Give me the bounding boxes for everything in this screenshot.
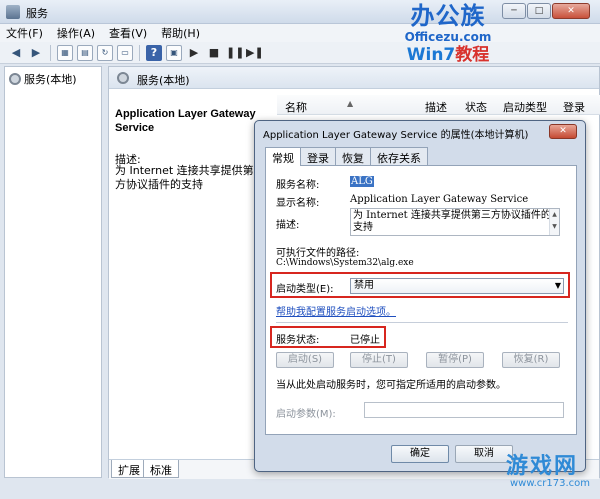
tab-dependencies[interactable]: 依存关系 [370, 147, 428, 165]
startup-type-select[interactable]: 禁用 ▼ [350, 278, 564, 294]
pause-button[interactable]: 暂停(P) [426, 352, 484, 368]
exe-path-value: C:\Windows\System32\alg.exe [276, 258, 414, 268]
watermark-site: www.cr173.com [510, 478, 591, 489]
close-button[interactable]: ✕ [552, 3, 590, 19]
menu-help[interactable]: 帮助(H) [161, 25, 200, 41]
dialog-tabs: 常规 登录 恢复 依存关系 [265, 147, 428, 166]
divider [276, 322, 568, 323]
gear-icon [117, 72, 129, 84]
panel-header: 服务(本地) [109, 67, 599, 89]
forward-icon[interactable]: ▶ [28, 45, 44, 61]
column-description[interactable]: 描述 [425, 99, 447, 115]
column-startup-type[interactable]: 启动类型 [503, 99, 547, 115]
service-desc: 为 Internet 连接共享提供第三方协议插件的支持 [115, 164, 265, 191]
display-name-value: Application Layer Gateway Service [350, 194, 529, 205]
toolbar: ◀ ▶ ▦ ▤ ↻ ▭ ? ▣ ▶ ■ ❚❚ ▶❚ [0, 42, 600, 64]
refresh-icon[interactable]: ↻ [97, 44, 113, 61]
service-name-label: 服务名称: [276, 180, 320, 191]
restart-icon[interactable]: ▶❚ [246, 45, 264, 61]
display-name-label: 显示名称: [276, 198, 320, 209]
ok-button[interactable]: 确定 [391, 445, 449, 463]
start-params-label: 启动参数(M): [276, 409, 336, 420]
start-params-input[interactable] [364, 402, 564, 418]
description-textbox[interactable]: 为 Internet 连接共享提供第三方协议插件的支持 ▲ ▼ [350, 208, 560, 236]
menu-action[interactable]: 操作(A) [57, 25, 95, 41]
tree-item-services-local[interactable]: 服务(本地) [9, 71, 77, 87]
startup-type-value: 禁用 [354, 280, 374, 291]
service-status-label: 服务状态: [276, 335, 320, 346]
description-value: 为 Internet 连接共享提供第三方协议插件的支持 [353, 210, 551, 233]
main-titlebar: 服务 ─ □ ✕ [0, 0, 600, 24]
watermark-brand: 游戏网 [506, 454, 579, 479]
dialog-title: Application Layer Gateway Service 的属性(本地… [263, 130, 529, 141]
help-configure-link[interactable]: 帮助我配置服务启动选项。 [276, 303, 396, 318]
column-name[interactable]: 名称 [285, 99, 307, 115]
play-icon[interactable]: ▶ [186, 45, 202, 61]
export-icon[interactable]: ▭ [117, 44, 133, 61]
toolbar-separator [139, 44, 140, 61]
tree-item-label: 服务(本地) [24, 73, 77, 86]
service-name-wrap: ALG [350, 176, 374, 187]
properties-dialog: Application Layer Gateway Service 的属性(本地… [254, 120, 586, 472]
start-params-hint: 当从此处启动服务时，您可指定所适用的启动参数。 [276, 380, 506, 391]
toolbar-separator [50, 44, 51, 61]
exe-path-label: 可执行文件的路径: [276, 248, 360, 259]
resume-button[interactable]: 恢复(R) [502, 352, 560, 368]
maximize-button[interactable]: □ [527, 3, 551, 19]
help-icon[interactable]: ? [146, 44, 162, 61]
tab-recovery[interactable]: 恢复 [335, 147, 371, 165]
tab-general[interactable]: 常规 [265, 147, 301, 166]
tab-extended[interactable]: 扩展 [111, 460, 147, 478]
panel-header-label: 服务(本地) [137, 74, 190, 87]
chevron-down-icon: ▼ [554, 281, 561, 290]
sort-caret-icon: ▲ [347, 99, 354, 108]
startup-type-label: 启动类型(E): [276, 284, 334, 295]
menu-file[interactable]: 文件(F) [6, 25, 43, 41]
gear-icon [9, 73, 21, 85]
dialog-close-button[interactable]: ✕ [549, 124, 577, 139]
show-pane-icon[interactable]: ▣ [166, 44, 182, 61]
column-status[interactable]: 状态 [465, 99, 487, 115]
console-tree: 服务(本地) [4, 66, 102, 478]
officezu-logo: 办公族 Officezu.com Win7教程 [398, 2, 498, 74]
console-tree-icon[interactable]: ▦ [57, 44, 73, 61]
back-icon[interactable]: ◀ [8, 45, 24, 61]
properties-icon[interactable]: ▤ [77, 44, 93, 61]
description-label: 描述: [276, 220, 300, 231]
logo-brand: 办公族 [410, 2, 486, 30]
menu-view[interactable]: 查看(V) [109, 25, 147, 41]
service-title: Application Layer Gateway Service [115, 108, 256, 134]
services-app-icon [6, 5, 20, 19]
minimize-button[interactable]: ─ [502, 3, 526, 19]
stop-button[interactable]: 停止(T) [350, 352, 408, 368]
logo-tag-suffix: 教程 [455, 45, 490, 65]
logo-tagline: Win7教程 [398, 44, 498, 66]
start-button[interactable]: 启动(S) [276, 352, 334, 368]
column-header: 名称 ▲ 描述 状态 启动类型 登录 [277, 95, 600, 115]
stop-icon[interactable]: ■ [206, 45, 222, 61]
pause-icon[interactable]: ❚❚ [226, 45, 244, 61]
service-name-value: ALG [350, 176, 374, 187]
column-logon[interactable]: 登录 [563, 99, 585, 115]
site-watermark: 游戏网 www.cr173.com [466, 444, 596, 494]
window-controls: ─ □ ✕ [502, 3, 590, 19]
window-title: 服务 [26, 7, 48, 20]
service-status-value: 已停止 [350, 335, 380, 346]
general-tab-body: 服务名称: ALG 显示名称: Application Layer Gatewa… [265, 165, 577, 435]
menubar: 文件(F) 操作(A) 查看(V) 帮助(H) [0, 24, 600, 42]
description-scrollbar[interactable]: ▲ ▼ [549, 209, 559, 235]
logo-url: Officezu.com [404, 30, 492, 44]
logo-tag-prefix: Win7 [406, 45, 456, 65]
tab-logon[interactable]: 登录 [300, 147, 336, 165]
tab-standard[interactable]: 标准 [143, 460, 179, 478]
